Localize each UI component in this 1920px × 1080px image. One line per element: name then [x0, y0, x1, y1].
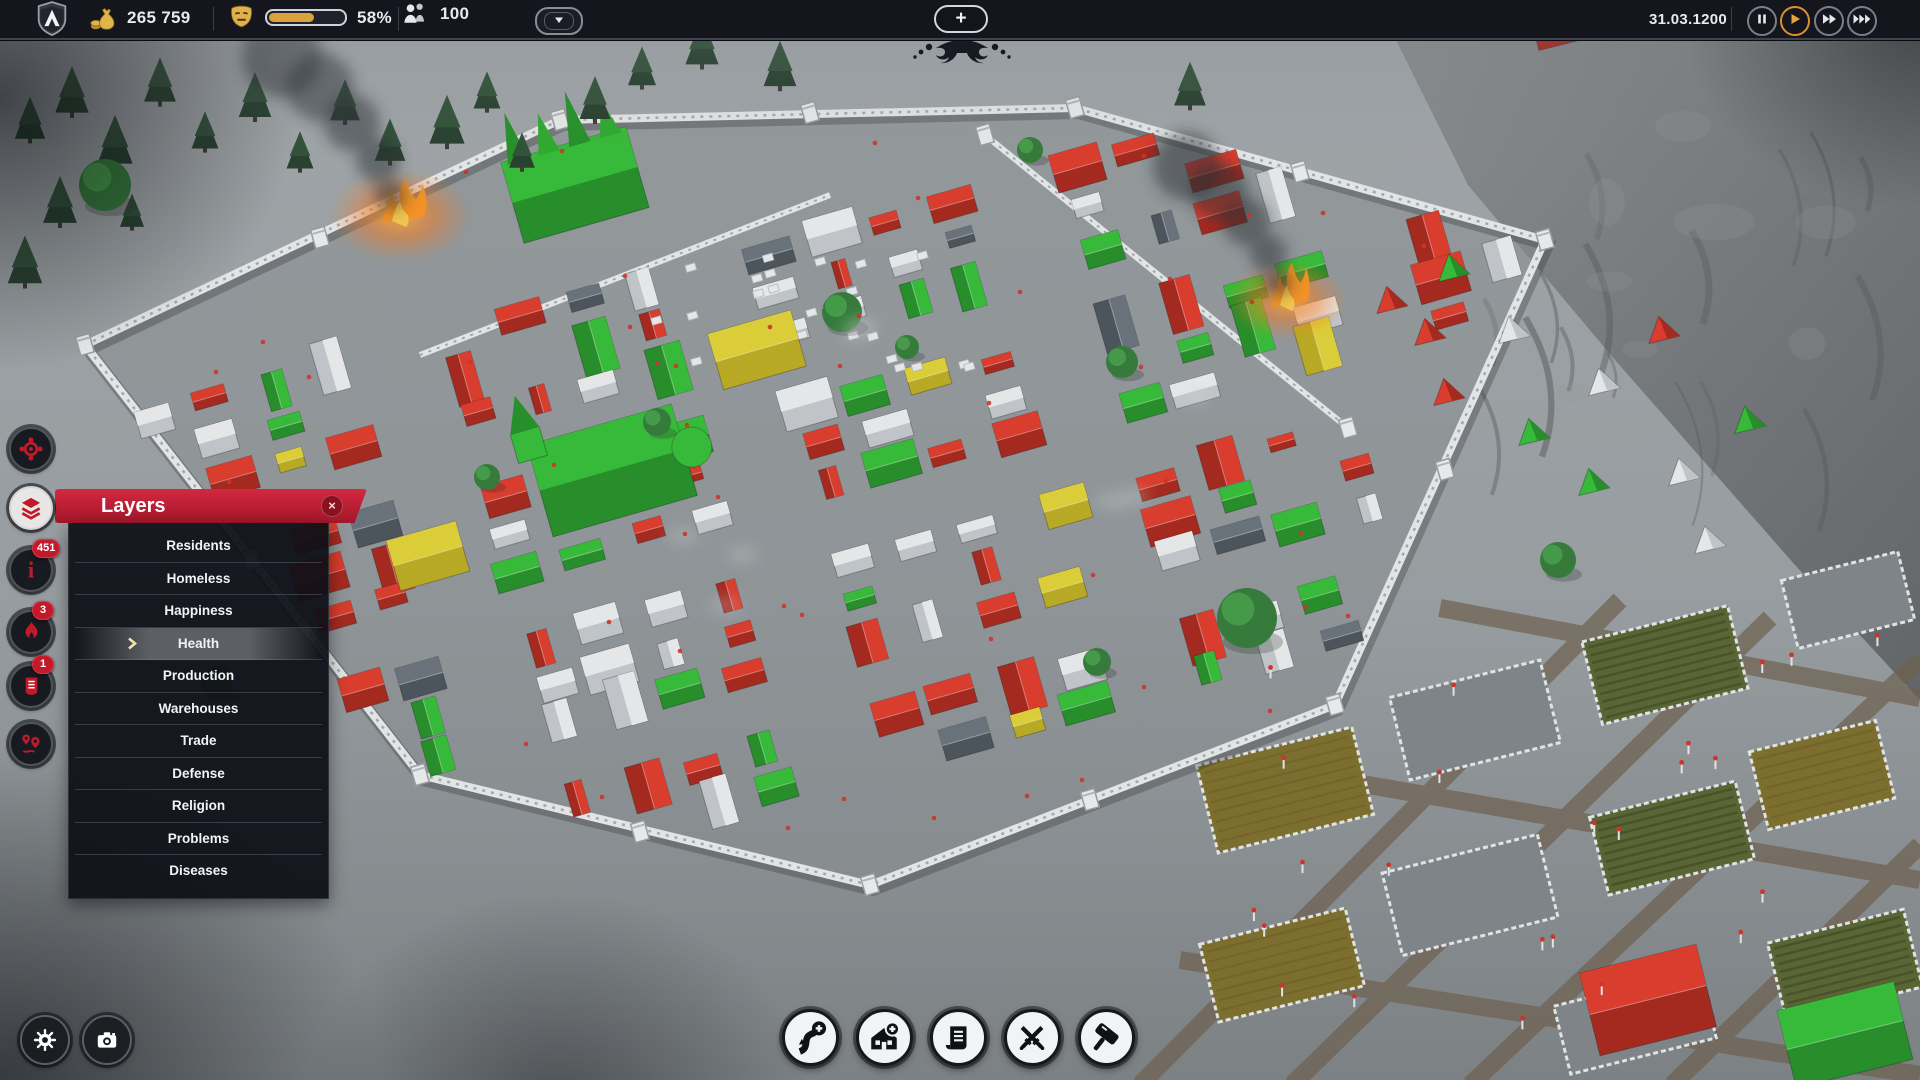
app-logo	[36, 1, 68, 37]
swords-icon	[1015, 1021, 1049, 1055]
sidebar-notifications-button[interactable]: i451	[9, 548, 53, 592]
play-icon	[1789, 12, 1801, 30]
game-screen: 265 759 58% 100 31.03.1200 + i45131 Laye…	[0, 0, 1920, 1080]
layer-item-label: Defense	[172, 766, 225, 781]
layer-item-label: Production	[163, 668, 234, 683]
demolish-button[interactable]	[1078, 1009, 1135, 1066]
crosshair-icon	[18, 436, 44, 462]
ledger-button[interactable]	[930, 1009, 987, 1066]
money-value: 265 759	[127, 8, 191, 28]
fast-forward-icon	[1822, 12, 1837, 30]
fastest-button[interactable]	[1847, 6, 1877, 36]
selected-chevron-icon	[127, 637, 137, 653]
notification-badge: 451	[32, 539, 60, 558]
layer-item-label: Homeless	[167, 571, 231, 586]
military-button[interactable]	[1004, 1009, 1061, 1066]
chevron-down-icon	[553, 12, 565, 30]
layer-item-diseases[interactable]: Diseases	[75, 855, 322, 887]
layer-item-label: Problems	[168, 831, 230, 846]
notification-badge: 3	[32, 601, 54, 620]
play-button[interactable]	[1780, 6, 1810, 36]
sidebar-layers-button[interactable]	[9, 486, 53, 530]
layer-item-religion[interactable]: Religion	[75, 790, 322, 823]
layer-item-label: Residents	[166, 538, 231, 553]
happiness-value: 58%	[357, 8, 392, 28]
fast-button[interactable]	[1814, 6, 1844, 36]
layer-item-production[interactable]: Production	[75, 660, 322, 693]
photo-mode-button[interactable]	[82, 1015, 132, 1065]
happiness-bar	[265, 9, 347, 26]
population-value: 100	[440, 4, 469, 24]
add-button[interactable]: +	[934, 5, 988, 33]
layer-item-label: Health	[178, 636, 219, 651]
info-icon: i	[18, 557, 44, 583]
svg-text:i: i	[28, 558, 34, 583]
layer-item-defense[interactable]: Defense	[75, 758, 322, 791]
layer-item-health[interactable]: Health	[75, 628, 322, 661]
ledger-icon	[19, 674, 44, 699]
money-display[interactable]: 265 759	[88, 4, 191, 32]
pause-icon	[1756, 12, 1768, 30]
layer-item-happiness[interactable]: Happiness	[75, 595, 322, 628]
layer-item-trade[interactable]: Trade	[75, 725, 322, 758]
happiness-mask-icon	[228, 4, 255, 31]
layer-item-residents[interactable]: Residents	[75, 530, 322, 563]
hammer-icon	[1088, 1020, 1124, 1056]
money-bag-icon	[88, 4, 118, 32]
layer-item-homeless[interactable]: Homeless	[75, 563, 322, 596]
settings-button[interactable]	[20, 1015, 70, 1065]
road-plus-icon	[792, 1020, 828, 1056]
sidebar-locate-button[interactable]	[9, 427, 53, 471]
fastest-forward-icon	[1853, 12, 1871, 30]
date-value: 31.03.1200	[1649, 11, 1727, 28]
population-display[interactable]: 100	[414, 4, 469, 24]
sidebar-fires-button[interactable]: 3	[9, 610, 53, 654]
scroll-icon	[941, 1021, 975, 1055]
house-plus-icon	[866, 1020, 902, 1056]
divider	[213, 7, 214, 31]
layer-item-label: Religion	[172, 798, 225, 813]
layer-item-label: Diseases	[169, 863, 228, 878]
notification-badge: 1	[32, 655, 54, 674]
layer-item-warehouses[interactable]: Warehouses	[75, 693, 322, 726]
population-dropdown[interactable]	[535, 7, 583, 35]
date-display: 31.03.1200	[1649, 0, 1727, 38]
pause-button[interactable]	[1747, 6, 1777, 36]
close-icon[interactable]: ×	[321, 495, 343, 517]
layers-panel-title: Layers	[101, 495, 166, 518]
gear-icon	[32, 1027, 58, 1053]
plus-icon: +	[955, 8, 966, 30]
map-pins-icon	[18, 731, 44, 757]
build-button[interactable]	[856, 1009, 913, 1066]
sidebar-reports-button[interactable]: 1	[9, 664, 53, 708]
layers-panel: Residents Homeless Happiness Health Producti…	[68, 523, 329, 899]
happiness-display[interactable]: 58%	[228, 4, 392, 31]
camera-icon	[94, 1027, 120, 1053]
layer-item-label: Happiness	[164, 603, 232, 618]
divider	[1731, 7, 1732, 31]
layer-item-label: Warehouses	[159, 701, 239, 716]
fire-icon	[19, 620, 44, 645]
roads-button[interactable]	[782, 1009, 839, 1066]
sidebar-map-markers-button[interactable]	[9, 722, 53, 766]
layer-item-label: Trade	[180, 733, 216, 748]
layers-panel-header: Layers ×	[55, 489, 367, 523]
layers-icon	[18, 495, 44, 521]
shield-logo-icon	[36, 1, 68, 37]
happiness-bar-fill	[269, 13, 314, 22]
layer-item-problems[interactable]: Problems	[75, 823, 322, 856]
